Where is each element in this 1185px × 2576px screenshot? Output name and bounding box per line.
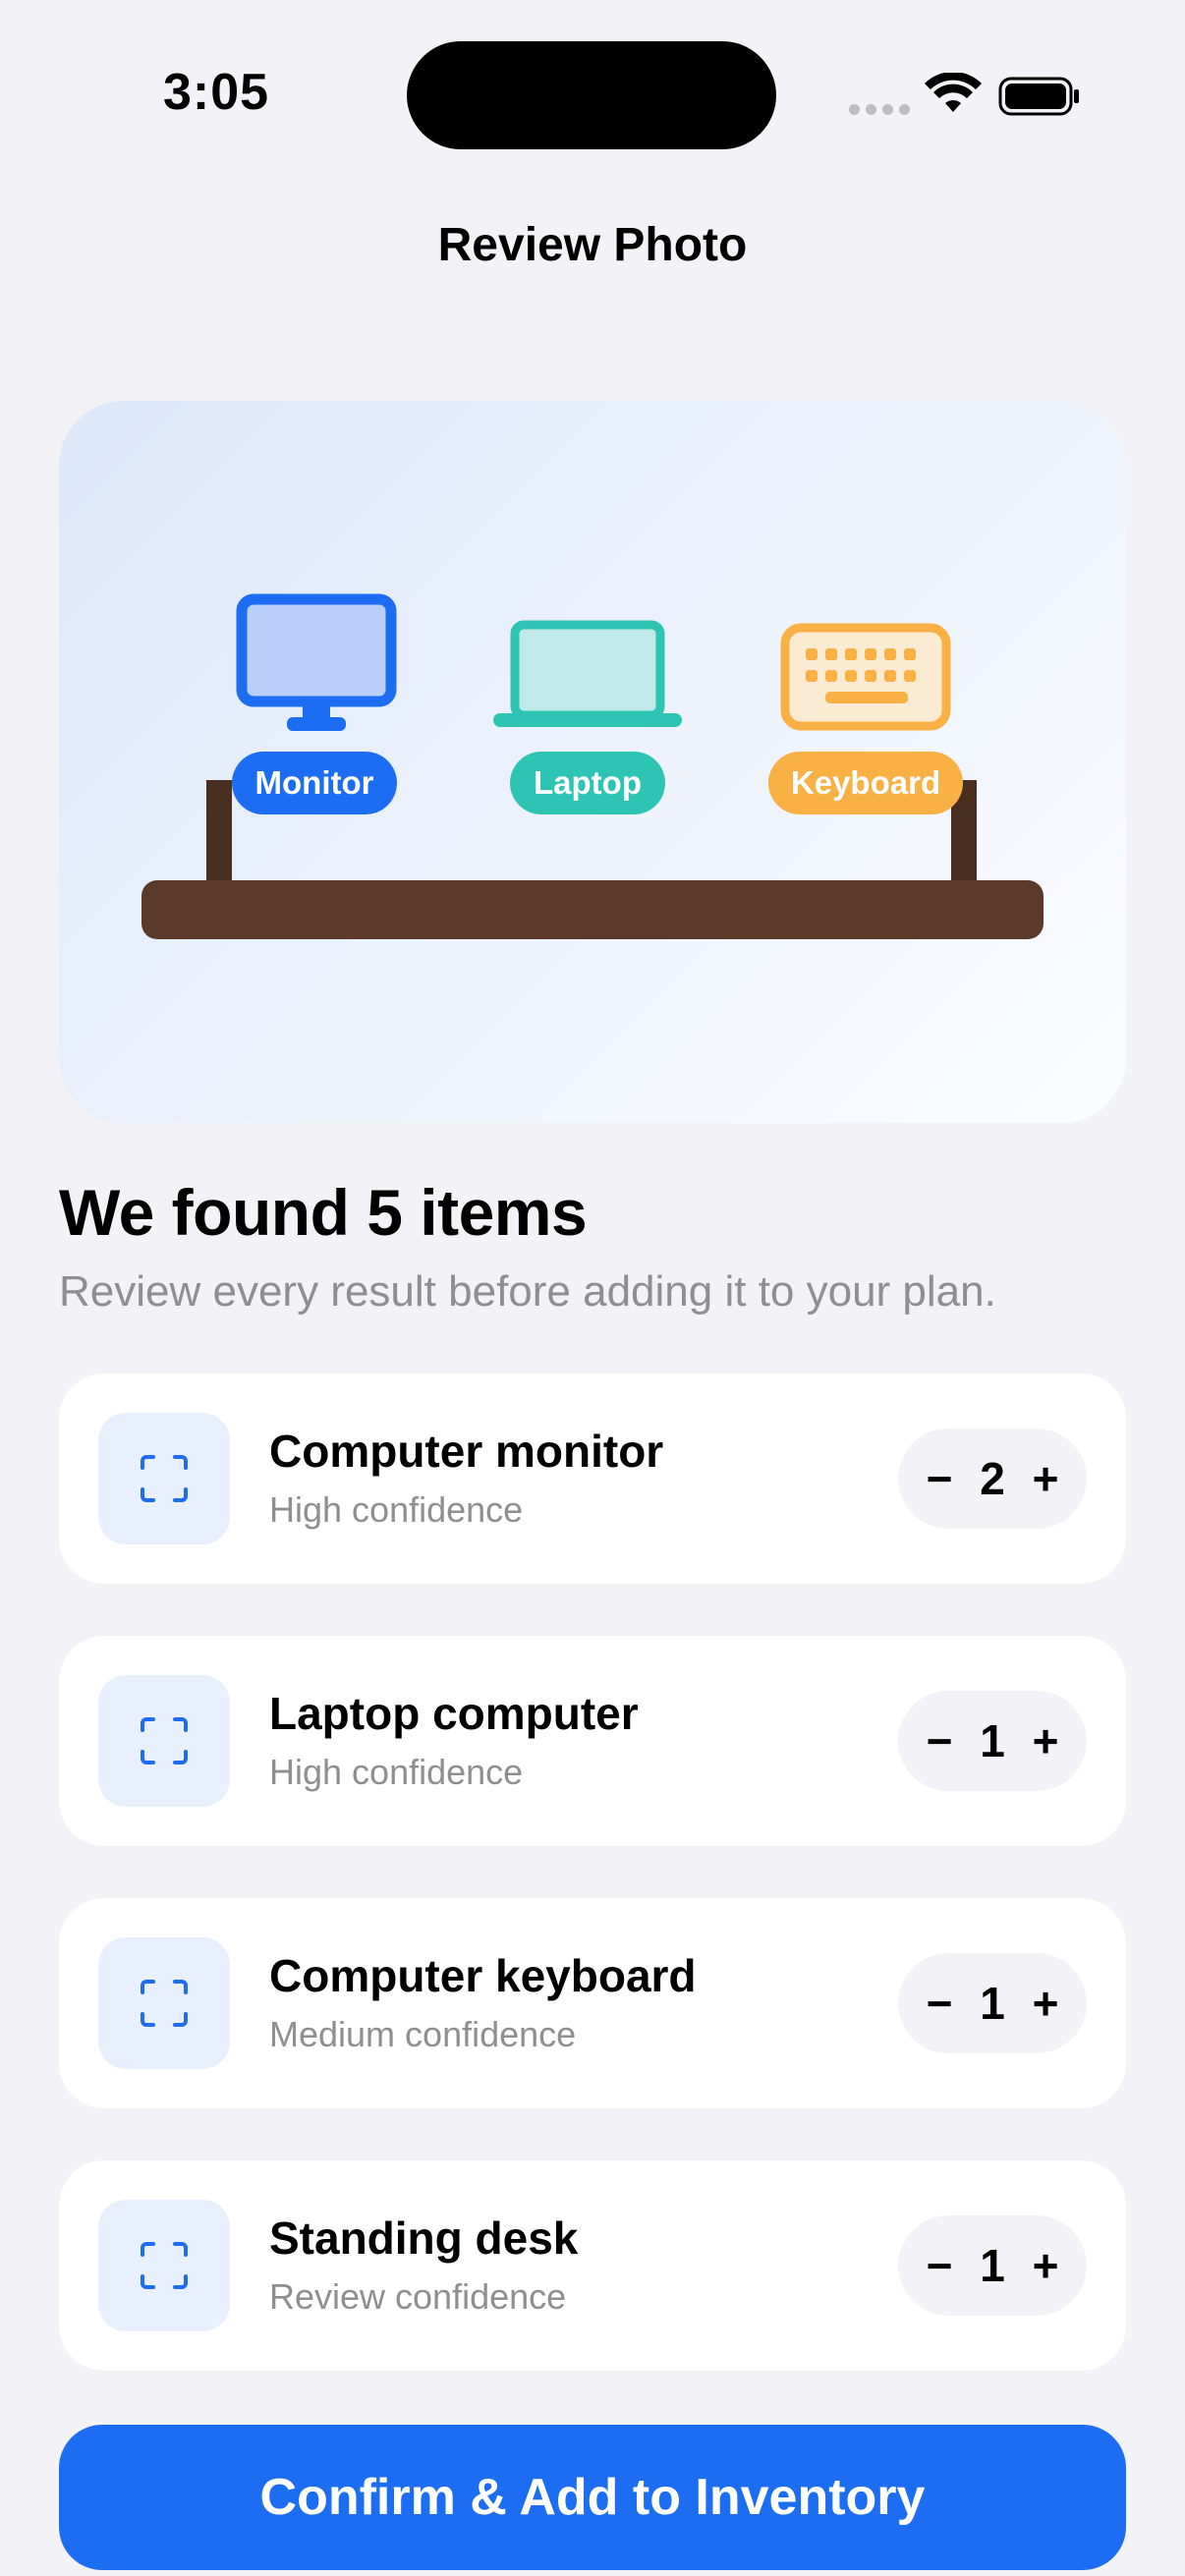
quantity-stepper: − 2 +	[898, 1428, 1087, 1529]
quantity-value: 1	[980, 2240, 1005, 2291]
decrement-button[interactable]: −	[910, 1691, 969, 1791]
status-time: 3:05	[163, 64, 270, 121]
list-item[interactable]: Laptop computer High confidence − 1 +	[59, 1636, 1126, 1846]
monitor-icon	[236, 593, 397, 731]
item-name: Computer keyboard	[269, 1950, 697, 2001]
quantity-stepper: − 1 +	[898, 1953, 1087, 2053]
increment-button[interactable]: +	[1016, 1953, 1075, 2053]
quantity-value: 2	[980, 1453, 1005, 1504]
list-item[interactable]: Computer monitor High confidence − 2 +	[59, 1373, 1126, 1584]
decrement-button[interactable]: −	[910, 1953, 969, 2053]
item-thumbnail	[98, 1413, 230, 1544]
item-confidence: High confidence	[269, 1752, 524, 1792]
dynamic-island	[407, 41, 776, 149]
list-item[interactable]: Computer keyboard Medium confidence − 1 …	[59, 1898, 1126, 2108]
item-name: Standing desk	[269, 2212, 579, 2264]
item-thumbnail	[98, 1675, 230, 1807]
scan-frame-icon	[141, 2242, 188, 2289]
decrement-button[interactable]: −	[910, 1428, 969, 1529]
cellular-signal-icon	[849, 104, 910, 115]
item-thumbnail	[98, 2200, 230, 2331]
keyboard-icon	[780, 623, 951, 731]
decrement-button[interactable]: −	[910, 2215, 969, 2316]
photo-preview: Monitor Laptop Keyboard	[59, 401, 1126, 1123]
item-name: Laptop computer	[269, 1688, 639, 1739]
list-item[interactable]: Standing desk Review confidence − 1 +	[59, 2160, 1126, 2371]
page-title: Review Photo	[437, 219, 748, 271]
increment-button[interactable]: +	[1016, 2215, 1075, 2316]
quantity-value: 1	[980, 1978, 1005, 2029]
scan-frame-icon	[141, 1980, 188, 2027]
battery-icon	[998, 77, 1079, 116]
laptop-detection-label: Laptop	[510, 752, 665, 814]
scan-frame-icon	[141, 1455, 188, 1502]
item-name: Computer monitor	[269, 1426, 664, 1477]
wifi-icon	[925, 73, 982, 112]
results-subtitle: Review every result before adding it to …	[59, 1267, 996, 1316]
monitor-detection-label: Monitor	[232, 752, 397, 814]
keyboard-detection-label: Keyboard	[768, 752, 963, 814]
item-thumbnail	[98, 1937, 230, 2069]
laptop-icon	[493, 620, 682, 727]
item-confidence: Review confidence	[269, 2276, 567, 2317]
item-confidence: High confidence	[269, 1489, 524, 1530]
confirm-add-inventory-button[interactable]: Confirm & Add to Inventory	[59, 2425, 1126, 2570]
scan-frame-icon	[141, 1717, 188, 1764]
increment-button[interactable]: +	[1016, 1428, 1075, 1529]
quantity-value: 1	[980, 1715, 1005, 1766]
quantity-stepper: − 1 +	[898, 1691, 1087, 1791]
item-confidence: Medium confidence	[269, 2014, 577, 2054]
quantity-stepper: − 1 +	[898, 2215, 1087, 2316]
increment-button[interactable]: +	[1016, 1691, 1075, 1791]
status-bar: 3:05	[0, 0, 1185, 196]
desk-top	[141, 880, 1044, 939]
results-heading: We found 5 items	[59, 1176, 588, 1249]
